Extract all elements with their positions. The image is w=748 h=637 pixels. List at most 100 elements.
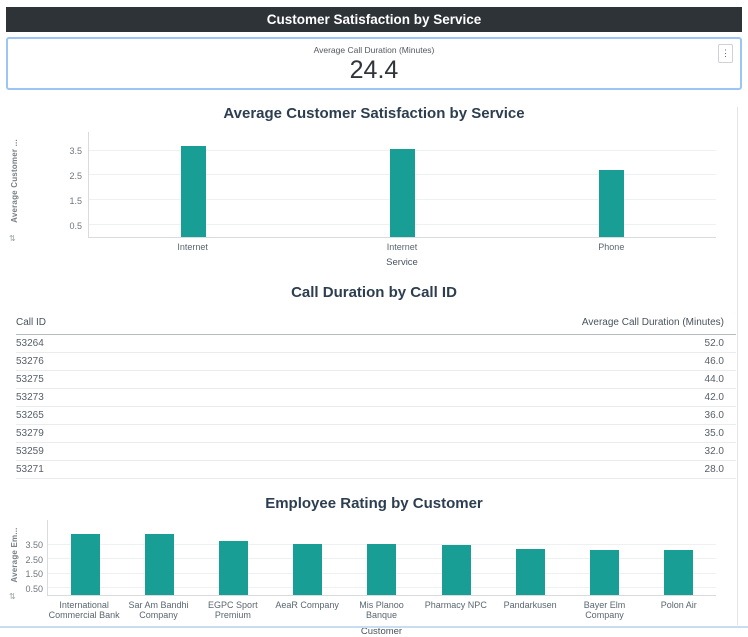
call-id-cell: 53276 bbox=[16, 353, 44, 370]
bar-internet[interactable] bbox=[181, 146, 206, 237]
call-id-cell: 53271 bbox=[16, 461, 44, 478]
bar-slot bbox=[568, 520, 642, 595]
bar-slot bbox=[419, 520, 493, 595]
bar-slot bbox=[48, 520, 122, 595]
dashboard-page: Customer Satisfaction by Service ⋮ Avera… bbox=[0, 7, 748, 635]
duration-cell: 35.0 bbox=[705, 425, 724, 442]
column-header-duration[interactable]: Average Call Duration (Minutes) bbox=[582, 317, 724, 328]
table-call-duration: Call Duration by Call ID Call ID Average… bbox=[0, 284, 748, 479]
duration-cell: 52.0 bbox=[705, 335, 724, 352]
kebab-icon: ⋮ bbox=[721, 48, 730, 58]
duration-cell: 36.0 bbox=[705, 407, 724, 424]
call-id-cell: 53264 bbox=[16, 335, 44, 352]
bar-phone[interactable] bbox=[599, 170, 624, 237]
x-axis-labels: International Commercial BankSar Am Band… bbox=[47, 596, 716, 620]
bar-aear-company[interactable] bbox=[293, 544, 322, 595]
x-axis-label: Pharmacy NPC bbox=[419, 596, 493, 620]
bar-slot bbox=[122, 520, 196, 595]
bar-slot bbox=[642, 520, 716, 595]
y-tick-label: 1.5 bbox=[69, 196, 82, 206]
call-id-cell: 53275 bbox=[16, 371, 44, 388]
y-axis-title: Average Em... bbox=[10, 527, 19, 582]
table-header-row: Call ID Average Call Duration (Minutes) bbox=[16, 313, 736, 335]
data-table: Call ID Average Call Duration (Minutes) … bbox=[16, 313, 736, 479]
bar-egpc-sport-premium[interactable] bbox=[219, 541, 248, 595]
bar-slot bbox=[345, 520, 419, 595]
chart-satisfaction-by-service: Average Customer Satisfaction by Service… bbox=[0, 105, 748, 268]
table-row[interactable]: 53276 46.0 bbox=[16, 353, 736, 371]
y-axis-ticks: 3.5 2.5 1.5 0.5 bbox=[30, 132, 88, 238]
chart-employee-rating: Employee Rating by Customer Average Em..… bbox=[0, 495, 748, 637]
bar-internet[interactable] bbox=[390, 149, 415, 237]
x-axis-label: Internet bbox=[88, 238, 297, 252]
panel-right-border bbox=[737, 107, 738, 625]
call-id-cell: 53259 bbox=[16, 443, 44, 460]
call-id-cell: 53273 bbox=[16, 389, 44, 406]
x-axis-label: Sar Am Bandhi Company bbox=[121, 596, 195, 620]
plot-area bbox=[47, 520, 716, 596]
call-id-cell: 53265 bbox=[16, 407, 44, 424]
duration-cell: 44.0 bbox=[705, 371, 724, 388]
bar-bayer-elm-company[interactable] bbox=[590, 550, 619, 595]
bar-slot bbox=[196, 520, 270, 595]
bar-slot bbox=[493, 520, 567, 595]
y-tick-label: 3.5 bbox=[69, 146, 82, 156]
table-row[interactable]: 53259 32.0 bbox=[16, 443, 736, 461]
y-tick-label: 1.50 bbox=[25, 569, 43, 579]
x-axis-label: Internet bbox=[297, 238, 506, 252]
kebab-menu-button[interactable]: ⋮ bbox=[718, 44, 733, 63]
plot-area bbox=[88, 132, 716, 238]
y-tick-label: 3.50 bbox=[25, 540, 43, 550]
bar-polon-air[interactable] bbox=[664, 550, 693, 595]
bar-pandarkusen[interactable] bbox=[516, 549, 545, 595]
call-id-cell: 53279 bbox=[16, 425, 44, 442]
x-axis-label: Mis Planoo Banque bbox=[344, 596, 418, 620]
y-tick-label: 2.50 bbox=[25, 555, 43, 565]
y-tick-label: 0.50 bbox=[25, 584, 43, 594]
bar-slot bbox=[89, 132, 298, 237]
bar-mis-planoo-banque[interactable] bbox=[367, 544, 396, 595]
duration-cell: 42.0 bbox=[705, 389, 724, 406]
y-axis-title-column: Average Customer ... ⇅ bbox=[6, 132, 30, 238]
duration-cell: 28.0 bbox=[705, 461, 724, 478]
chart-area: Average Em... ⇅ 3.50 2.50 1.50 0.50 bbox=[6, 520, 716, 596]
x-axis-label: International Commercial Bank bbox=[47, 596, 121, 620]
table-row[interactable]: 53265 36.0 bbox=[16, 407, 736, 425]
x-axis-labels: InternetInternetPhone bbox=[88, 238, 716, 252]
bar-sar-am-bandhi-company[interactable] bbox=[145, 534, 174, 595]
table-row[interactable]: 53264 52.0 bbox=[16, 335, 736, 353]
bar-slot bbox=[507, 132, 716, 237]
x-axis-title: Service bbox=[0, 257, 748, 268]
x-axis-label: Phone bbox=[507, 238, 716, 252]
y-tick-label: 2.5 bbox=[69, 171, 82, 181]
chart-area: Average Customer ... ⇅ 3.5 2.5 1.5 0.5 bbox=[6, 132, 716, 238]
page-title: Customer Satisfaction by Service bbox=[6, 7, 742, 32]
table-row[interactable]: 53279 35.0 bbox=[16, 425, 736, 443]
chart-title: Average Customer Satisfaction by Service bbox=[0, 105, 748, 122]
bar-slot bbox=[271, 520, 345, 595]
y-tick-label: 0.5 bbox=[69, 221, 82, 231]
kpi-card-avg-call-duration: ⋮ Average Call Duration (Minutes) 24.4 bbox=[6, 37, 742, 90]
sort-icon[interactable]: ⇅ bbox=[9, 234, 16, 243]
bar-slot bbox=[298, 132, 507, 237]
x-axis-label: Bayer Elm Company bbox=[567, 596, 641, 620]
kpi-label: Average Call Duration (Minutes) bbox=[8, 39, 740, 55]
x-axis-label: AeaR Company bbox=[270, 596, 344, 620]
chart-title: Employee Rating by Customer bbox=[0, 495, 748, 512]
x-axis-label: EGPC Sport Premium bbox=[196, 596, 270, 620]
duration-cell: 46.0 bbox=[705, 353, 724, 370]
table-body: 5326452.05327646.05327544.05327342.05326… bbox=[16, 335, 736, 479]
bar-pharmacy-npc[interactable] bbox=[442, 545, 471, 595]
column-header-call-id[interactable]: Call ID bbox=[16, 317, 46, 328]
bar-international-commercial-bank[interactable] bbox=[71, 534, 100, 595]
y-axis-title-column: Average Em... ⇅ bbox=[6, 520, 24, 596]
table-row[interactable]: 53275 44.0 bbox=[16, 371, 736, 389]
sort-icon[interactable]: ⇅ bbox=[9, 592, 16, 601]
y-axis-title: Average Customer ... bbox=[10, 139, 19, 223]
table-row[interactable]: 53271 28.0 bbox=[16, 461, 736, 479]
duration-cell: 32.0 bbox=[705, 443, 724, 460]
table-row[interactable]: 53273 42.0 bbox=[16, 389, 736, 407]
x-axis-label: Pandarkusen bbox=[493, 596, 567, 620]
x-axis-label: Polon Air bbox=[642, 596, 716, 620]
table-title: Call Duration by Call ID bbox=[0, 284, 748, 301]
